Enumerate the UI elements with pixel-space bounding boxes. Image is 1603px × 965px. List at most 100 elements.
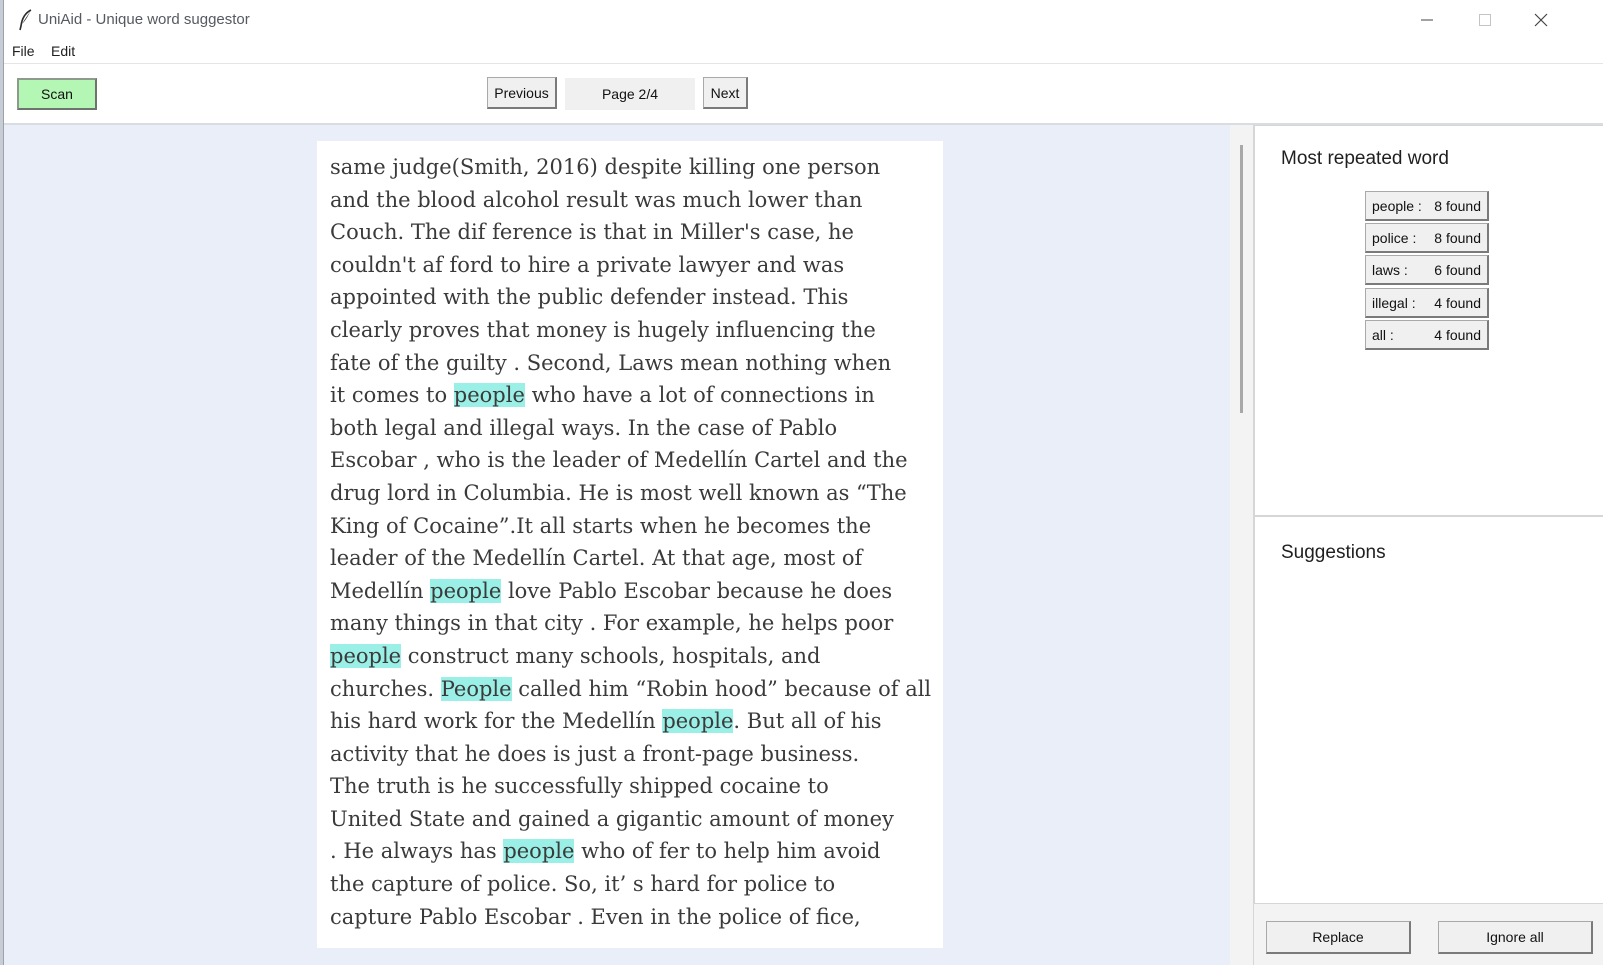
text-segment: appointed with the public defender inste… [330,285,849,310]
minimize-button[interactable] [1398,0,1456,40]
text-segment: who have a lot of connections in [524,383,875,408]
word-label: laws : [1372,261,1408,278]
maximize-icon [1479,14,1491,26]
text-segment: and the blood alcohol result was much lo… [330,187,863,212]
text-line: appointed with the public defender inste… [330,281,940,314]
text-line: . He always has people who of fer to hel… [330,835,940,868]
word-label: illegal : [1372,294,1416,311]
feather-icon [16,9,36,31]
toolbar: Scan Previous Page 2/4 Next [4,64,1603,125]
highlighted-word[interactable]: people [453,383,525,408]
word-count: 4 found [1434,326,1481,343]
document-text[interactable]: same judge(Smith, 2016) despite killing … [330,151,940,933]
word-count: 6 found [1434,261,1481,278]
text-line: both legal and illegal ways. In the case… [330,412,940,445]
text-segment: both legal and illegal ways. In the case… [330,415,838,440]
text-segment: who of fer to help him avoid [574,839,881,864]
text-line: many things in that city . For example, … [330,607,940,640]
word-label: all : [1372,326,1394,343]
text-line: Couch. The dif ference is that in Miller… [330,216,940,249]
text-line: King of Cocaine”.It all starts when he b… [330,510,940,543]
minimize-icon [1421,14,1433,26]
text-line: couldn't af ford to hire a private lawye… [330,249,940,282]
word-count: 8 found [1434,229,1481,246]
text-segment: love Pablo Escobar because he does [501,578,893,603]
word-count: 8 found [1434,197,1481,214]
next-button[interactable]: Next [703,77,748,109]
text-segment: called him “Robin hood” because of all [511,676,932,701]
highlighted-word[interactable]: people [430,578,502,603]
text-line: leader of the Medellín Cartel. At that a… [330,542,940,575]
highlighted-word[interactable]: people [662,709,734,734]
text-segment: many things in that city . For example, … [330,611,894,636]
text-line: clearly proves that money is hugely infl… [330,314,940,347]
word-button-all[interactable]: all : 4 found [1365,320,1489,350]
text-segment: clearly proves that money is hugely infl… [330,317,876,342]
word-button-police[interactable]: police : 8 found [1365,223,1489,253]
text-line: and the blood alcohol result was much lo… [330,184,940,217]
text-segment: . He always has [330,839,504,864]
highlighted-word[interactable]: people [503,839,575,864]
text-segment: . But all of his [733,709,882,734]
text-segment: capture Pablo Escobar . Even in the poli… [330,904,861,929]
text-line: his hard work for the Medellín people. B… [330,705,940,738]
highlighted-word[interactable]: People [440,676,512,701]
text-line: United State and gained a gigantic amoun… [330,803,940,836]
text-segment: the capture of police. So, it’ s hard fo… [330,872,836,897]
text-segment: Medellín [330,578,431,603]
word-button-people[interactable]: people : 8 found [1365,191,1489,221]
text-segment: churches. [330,676,441,701]
text-segment: it comes to [330,383,454,408]
word-button-illegal[interactable]: illegal : 4 found [1365,288,1489,318]
text-line: drug lord in Columbia. He is most well k… [330,477,940,510]
text-line: the capture of police. So, it’ s hard fo… [330,868,940,901]
app-window: UniAid - Unique word suggestor File Edit… [3,0,1603,965]
scan-button[interactable]: Scan [17,78,97,110]
text-segment: Couch. The dif ference is that in Miller… [330,220,854,245]
suggestions-panel: Suggestions [1254,516,1603,904]
word-button-laws[interactable]: laws : 6 found [1365,255,1489,285]
page-indicator: Page 2/4 [565,78,695,110]
text-line: fate of the guilty . Second, Laws mean n… [330,347,940,380]
text-segment: The truth is he successfully shipped coc… [330,774,829,799]
right-sidebar: Most repeated word people : 8 found poli… [1254,125,1603,965]
word-label: police : [1372,229,1417,246]
replace-button[interactable]: Replace [1266,921,1411,954]
previous-button[interactable]: Previous [487,77,557,109]
word-count: 4 found [1434,294,1481,311]
text-line: Medellín people love Pablo Escobar becau… [330,575,940,608]
document-scrollbar[interactable] [1240,145,1243,413]
highlighted-word[interactable]: people [330,643,402,668]
ignore-all-button[interactable]: Ignore all [1438,921,1593,954]
text-line: The truth is he successfully shipped coc… [330,770,940,803]
menu-file[interactable]: File [12,43,35,59]
text-line: people construct many schools, hospitals… [330,640,940,673]
document-area: same judge(Smith, 2016) despite killing … [4,125,1230,965]
text-segment: King of Cocaine”.It all starts when he b… [330,513,872,538]
text-segment: construct many schools, hospitals, and [401,643,821,668]
menu-edit[interactable]: Edit [51,43,75,59]
maximize-button[interactable] [1456,0,1514,40]
close-button[interactable] [1512,0,1570,40]
document-page[interactable]: same judge(Smith, 2016) despite killing … [317,141,943,948]
text-line: capture Pablo Escobar . Even in the poli… [330,901,940,934]
suggestions-title: Suggestions [1281,542,1386,563]
text-segment: his hard work for the Medellín [330,709,663,734]
text-line: churches. People called him “Robin hood”… [330,673,940,706]
window-title: UniAid - Unique word suggestor [38,11,250,28]
word-label: people : [1372,197,1422,214]
text-line: it comes to people who have a lot of con… [330,379,940,412]
text-segment: couldn't af ford to hire a private lawye… [330,252,845,277]
close-icon [1534,13,1548,27]
most-repeated-panel: Most repeated word people : 8 found poli… [1254,125,1603,516]
text-line: same judge(Smith, 2016) despite killing … [330,151,940,184]
text-segment: same judge(Smith, 2016) despite killing … [330,155,881,179]
text-segment: United State and gained a gigantic amoun… [330,806,894,831]
text-segment: leader of the Medellín Cartel. At that a… [330,546,863,571]
text-segment: drug lord in Columbia. He is most well k… [330,480,907,505]
title-bar[interactable]: UniAid - Unique word suggestor [4,0,1603,40]
text-line: activity that he does is just a front-pa… [330,738,940,771]
text-segment: activity that he does is just a front-pa… [330,741,860,766]
text-segment: fate of the guilty . Second, Laws mean n… [330,350,892,375]
menu-bar: File Edit [4,40,1603,64]
